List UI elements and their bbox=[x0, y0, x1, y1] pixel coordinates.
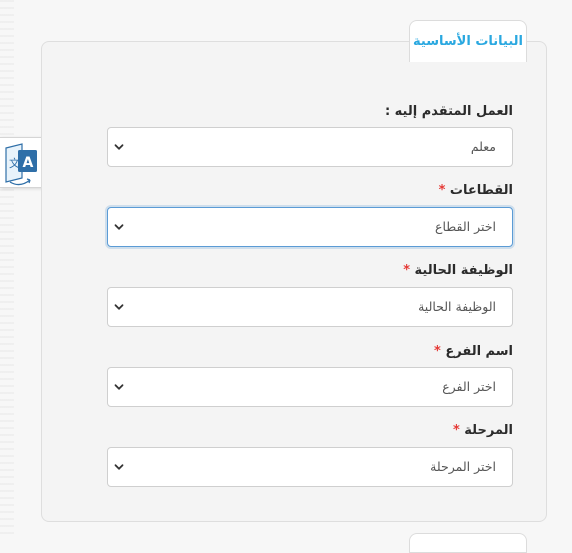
chevron-down-icon bbox=[114, 384, 124, 390]
branch-name-select[interactable]: اختر الفرع bbox=[107, 367, 513, 407]
chevron-down-icon bbox=[114, 304, 124, 310]
tab-basic-info[interactable]: البيانات الأساسية bbox=[409, 20, 527, 62]
sectors-label: القطاعات * bbox=[438, 183, 513, 198]
applied-position-label: العمل المتقدم إليه : bbox=[384, 104, 513, 119]
tab-basic-info-label: البيانات الأساسية bbox=[413, 34, 523, 49]
translate-widget[interactable]: 文 A bbox=[0, 137, 43, 188]
current-job-value: الوظيفة الحالية bbox=[418, 299, 496, 314]
svg-text:A: A bbox=[23, 155, 34, 171]
chevron-down-icon bbox=[114, 144, 124, 150]
stage-label: المرحلة * bbox=[452, 423, 513, 438]
branch-name-value: اختر الفرع bbox=[442, 379, 496, 394]
next-section-tab[interactable] bbox=[409, 533, 527, 553]
translate-icon: 文 A bbox=[5, 143, 37, 186]
chevron-down-icon bbox=[114, 224, 124, 230]
current-job-label: الوظيفة الحالية * bbox=[403, 263, 513, 278]
applied-position-select[interactable]: معلم bbox=[107, 127, 513, 167]
required-marker: * bbox=[452, 423, 460, 438]
required-marker: * bbox=[438, 183, 446, 198]
applied-position-value: معلم bbox=[470, 139, 496, 154]
required-marker: * bbox=[434, 344, 441, 359]
chevron-down-icon bbox=[114, 464, 124, 470]
sectors-value: اختر القطاع bbox=[435, 219, 496, 234]
sectors-select[interactable]: اختر القطاع bbox=[107, 207, 513, 247]
stage-value: اختر المرحلة bbox=[430, 459, 496, 474]
current-job-select[interactable]: الوظيفة الحالية bbox=[107, 287, 513, 327]
background-pattern bbox=[0, 0, 14, 537]
branch-name-label: اسم الفرع * bbox=[434, 344, 513, 359]
required-marker: * bbox=[403, 263, 410, 278]
stage-select[interactable]: اختر المرحلة bbox=[107, 447, 513, 487]
